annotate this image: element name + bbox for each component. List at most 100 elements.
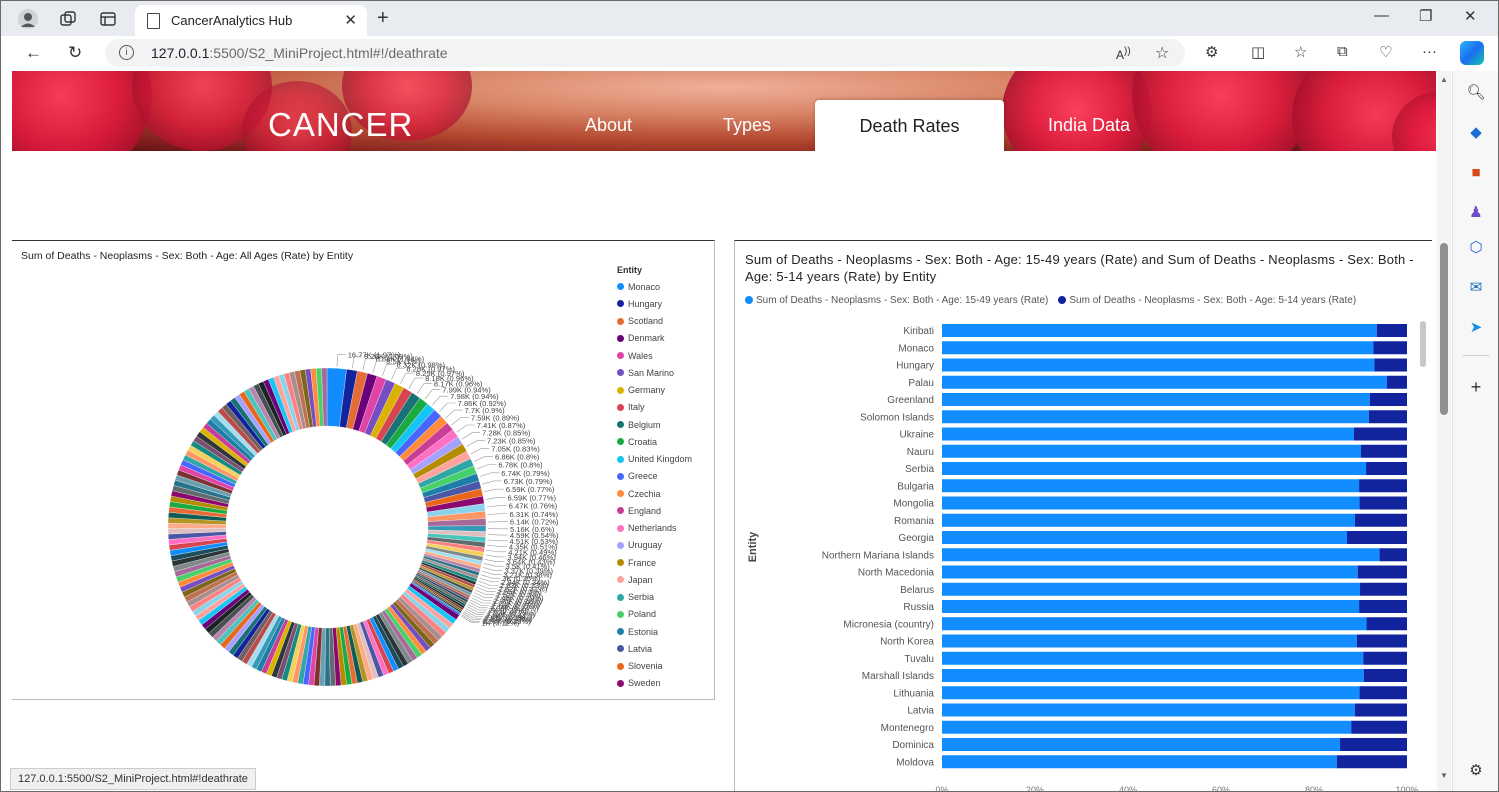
bar-15-49[interactable] xyxy=(942,427,1354,441)
bar-5-14[interactable] xyxy=(1376,324,1407,337)
nav-types[interactable]: Types xyxy=(723,115,771,136)
profile-avatar-icon[interactable] xyxy=(17,8,39,30)
bar-5-14[interactable] xyxy=(1363,669,1407,682)
read-aloud-icon[interactable]: A)) xyxy=(1116,46,1131,62)
restore-icon[interactable]: ❐ xyxy=(1419,7,1432,25)
donut-chart-card[interactable]: Sum of Deaths - Neoplasms - Sex: Both - … xyxy=(12,240,715,700)
browser-essentials-icon[interactable]: ♡ xyxy=(1379,43,1392,61)
bar-15-49[interactable] xyxy=(942,651,1364,665)
legend-item[interactable]: Croatia xyxy=(617,433,692,450)
games-icon[interactable]: ♟ xyxy=(1465,201,1487,223)
tab-actions-icon[interactable] xyxy=(97,8,119,30)
legend-item[interactable]: Poland xyxy=(617,606,692,623)
bar-5-14[interactable] xyxy=(1374,358,1407,372)
bar-5-14[interactable] xyxy=(1340,738,1407,751)
bar-15-49[interactable] xyxy=(942,582,1361,596)
address-bar[interactable]: i 127.0.0.1:5500/S2_MiniProject.html#!/d… xyxy=(105,39,1185,67)
legend-item[interactable]: Czechia xyxy=(617,485,692,502)
bar-5-14[interactable] xyxy=(1336,755,1407,769)
legend-item[interactable]: Uruguay xyxy=(617,537,692,554)
bar-15-49[interactable] xyxy=(942,393,1370,406)
legend-item[interactable]: Scotland xyxy=(617,313,692,330)
legend-item[interactable]: Latvia xyxy=(617,640,692,657)
more-options-icon[interactable]: ··· xyxy=(1422,43,1437,60)
donut-slices[interactable] xyxy=(167,367,487,687)
new-tab-icon[interactable]: + xyxy=(377,7,389,30)
legend-item[interactable]: Italy xyxy=(617,399,692,416)
bar-5-14[interactable] xyxy=(1366,462,1407,475)
bar-5-14[interactable] xyxy=(1357,565,1407,579)
extensions-icon[interactable]: ⚙ xyxy=(1205,43,1218,61)
bar-15-49[interactable] xyxy=(942,720,1352,734)
add-sidebar-app-icon[interactable]: + xyxy=(1465,376,1487,398)
search-icon[interactable]: 🔍︎ xyxy=(1465,81,1487,103)
bar-5-14[interactable] xyxy=(1359,479,1407,493)
site-logo[interactable]: CANCER xyxy=(268,106,413,144)
workspaces-icon[interactable] xyxy=(57,8,79,30)
tools-briefcase-icon[interactable]: ■ xyxy=(1465,161,1487,183)
bar-15-49[interactable] xyxy=(942,375,1388,389)
copilot-icon[interactable] xyxy=(1460,41,1484,65)
legend-item[interactable]: Germany xyxy=(617,382,692,399)
bar-15-49[interactable] xyxy=(942,444,1361,458)
bar-15-49[interactable] xyxy=(942,669,1364,682)
bar-5-14[interactable] xyxy=(1354,703,1407,717)
browser-tab-active[interactable]: CancerAnalytics Hub ✕ xyxy=(135,5,367,36)
bar-5-14[interactable] xyxy=(1366,617,1407,631)
legend-item[interactable]: Sweden xyxy=(617,675,692,692)
bar-15-49[interactable] xyxy=(942,755,1337,769)
bar-15-49[interactable] xyxy=(942,548,1380,562)
page-scrollbar-thumb[interactable] xyxy=(1440,243,1448,415)
legend-item[interactable]: Wales xyxy=(617,347,692,364)
site-info-icon[interactable]: i xyxy=(119,45,134,60)
bar-15-49[interactable] xyxy=(942,513,1355,527)
legend-item[interactable]: Hungary xyxy=(617,295,692,312)
bar-5-14[interactable] xyxy=(1360,582,1407,596)
bar-15-49[interactable] xyxy=(942,600,1360,613)
bar-15-49[interactable] xyxy=(942,738,1341,751)
sidebar-settings-icon[interactable]: ⚙ xyxy=(1465,759,1487,781)
bar-15-49[interactable] xyxy=(942,617,1367,631)
bar-15-49[interactable] xyxy=(942,531,1348,544)
bar-5-14[interactable] xyxy=(1360,444,1407,458)
bar-5-14[interactable] xyxy=(1359,496,1407,510)
bar-15-49[interactable] xyxy=(942,341,1374,355)
legend-item[interactable]: Japan xyxy=(617,571,692,588)
collections-icon[interactable]: ⧉ xyxy=(1337,43,1348,60)
legend-item[interactable]: Denmark xyxy=(617,330,692,347)
bar-15-49[interactable] xyxy=(942,686,1360,700)
telegram-send-icon[interactable]: ➤ xyxy=(1465,316,1487,338)
back-icon[interactable]: ← xyxy=(25,43,42,63)
legend-item[interactable]: United Kingdom xyxy=(617,451,692,468)
page-scrollbar[interactable]: ▲ ▼ xyxy=(1437,71,1451,791)
donut-chart[interactable]: 16.77K (1.97%)9.26K (1.09%)8.84K (1.04%)… xyxy=(12,241,612,699)
bar-5-14[interactable] xyxy=(1356,634,1407,648)
nav-india-data[interactable]: India Data xyxy=(1048,115,1130,136)
bar-5-14[interactable] xyxy=(1379,548,1407,562)
bar-5-14[interactable] xyxy=(1387,375,1407,389)
bar-5-14[interactable] xyxy=(1354,513,1407,527)
nav-about[interactable]: About xyxy=(585,115,632,136)
refresh-icon[interactable]: ↻ xyxy=(68,43,82,63)
legend-item[interactable]: France xyxy=(617,554,692,571)
split-screen-icon[interactable]: ◫ xyxy=(1251,43,1265,61)
bar-5-14[interactable] xyxy=(1373,341,1407,355)
legend-item[interactable]: England xyxy=(617,502,692,519)
minimize-icon[interactable]: — xyxy=(1374,7,1389,24)
bar-5-14[interactable] xyxy=(1368,410,1407,424)
close-window-icon[interactable]: ✕ xyxy=(1464,7,1477,25)
bar-15-49[interactable] xyxy=(942,324,1377,337)
bar-15-49[interactable] xyxy=(942,410,1369,424)
bar-15-49[interactable] xyxy=(942,479,1360,493)
bar-5-14[interactable] xyxy=(1369,393,1407,406)
shopping-tag-icon[interactable]: ◆ xyxy=(1465,121,1487,143)
legend-item[interactable]: Belgium xyxy=(617,416,692,433)
outlook-icon[interactable]: ✉ xyxy=(1465,276,1487,298)
nav-death-rates[interactable]: Death Rates xyxy=(815,100,1004,151)
bar-15-49[interactable] xyxy=(942,634,1357,648)
bar-15-49[interactable] xyxy=(942,703,1355,717)
visual-scrollbar[interactable] xyxy=(1420,321,1426,367)
stacked-bar-chart[interactable]: Entity Kiribati Monaco Hungary Palau Greenlan… xyxy=(735,241,1432,791)
bar-5-14[interactable] xyxy=(1347,531,1407,544)
bar-5-14[interactable] xyxy=(1363,651,1407,665)
